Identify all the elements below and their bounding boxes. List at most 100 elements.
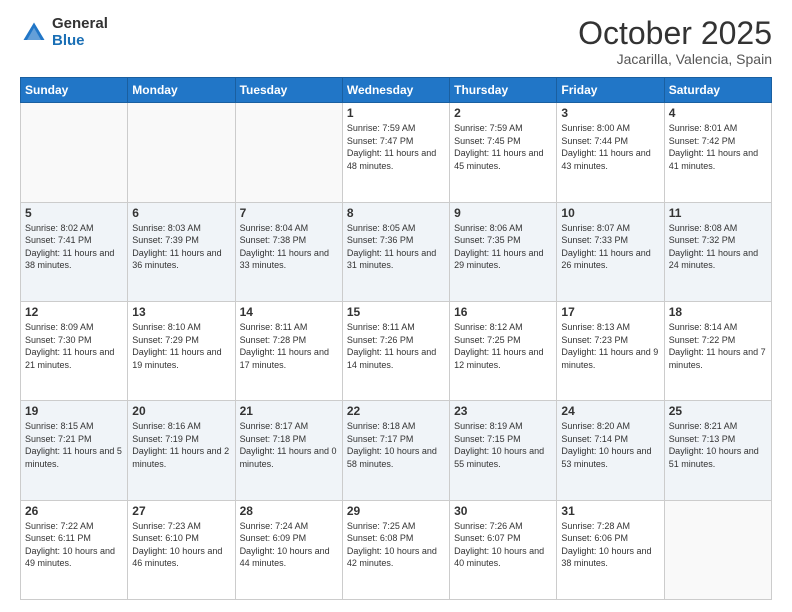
day-number: 31 bbox=[561, 504, 659, 518]
table-row: 3 Sunrise: 8:00 AM Sunset: 7:44 PM Daylig… bbox=[557, 103, 664, 202]
table-row: 15Sunrise: 8:11 AM Sunset: 7:26 PM Dayli… bbox=[342, 301, 449, 400]
day-info: Sunrise: 8:14 AM Sunset: 7:22 PM Dayligh… bbox=[669, 321, 767, 371]
calendar-week-row: 1 Sunrise: 7:59 AM Sunset: 7:47 PM Daylig… bbox=[21, 103, 772, 202]
col-friday: Friday bbox=[557, 78, 664, 103]
day-info: Sunrise: 8:06 AM Sunset: 7:35 PM Dayligh… bbox=[454, 222, 552, 272]
calendar-header-row: Sunday Monday Tuesday Wednesday Thursday… bbox=[21, 78, 772, 103]
table-row: 19Sunrise: 8:15 AM Sunset: 7:21 PM Dayli… bbox=[21, 401, 128, 500]
day-number: 27 bbox=[132, 504, 230, 518]
day-number: 7 bbox=[240, 206, 338, 220]
col-sunday: Sunday bbox=[21, 78, 128, 103]
day-number: 25 bbox=[669, 404, 767, 418]
table-row: 11 Sunrise: 8:08 AM Sunset: 7:32 PM Dayli… bbox=[664, 202, 771, 301]
title-block: October 2025 Jacarilla, Valencia, Spain bbox=[578, 16, 772, 67]
month-title: October 2025 bbox=[578, 16, 772, 51]
col-wednesday: Wednesday bbox=[342, 78, 449, 103]
calendar-week-row: 19Sunrise: 8:15 AM Sunset: 7:21 PM Dayli… bbox=[21, 401, 772, 500]
table-row: 22Sunrise: 8:18 AM Sunset: 7:17 PM Dayli… bbox=[342, 401, 449, 500]
table-row bbox=[235, 103, 342, 202]
calendar-week-row: 26 Sunrise: 7:22 AM Sunset: 6:11 PM Dayli… bbox=[21, 500, 772, 599]
day-info: Sunrise: 8:15 AM Sunset: 7:21 PM Dayligh… bbox=[25, 420, 123, 470]
day-info: Sunrise: 7:23 AM Sunset: 6:10 PM Dayligh… bbox=[132, 520, 230, 570]
day-number: 3 bbox=[561, 106, 659, 120]
col-tuesday: Tuesday bbox=[235, 78, 342, 103]
location: Jacarilla, Valencia, Spain bbox=[578, 51, 772, 67]
table-row: 5 Sunrise: 8:02 AM Sunset: 7:41 PM Daylig… bbox=[21, 202, 128, 301]
day-info: Sunrise: 7:28 AM Sunset: 6:06 PM Dayligh… bbox=[561, 520, 659, 570]
day-number: 22 bbox=[347, 404, 445, 418]
day-number: 6 bbox=[132, 206, 230, 220]
table-row: 9 Sunrise: 8:06 AM Sunset: 7:35 PM Daylig… bbox=[450, 202, 557, 301]
table-row: 25 Sunrise: 8:21 AM Sunset: 7:13 PM Dayli… bbox=[664, 401, 771, 500]
col-saturday: Saturday bbox=[664, 78, 771, 103]
col-monday: Monday bbox=[128, 78, 235, 103]
col-thursday: Thursday bbox=[450, 78, 557, 103]
day-info: Sunrise: 8:13 AM Sunset: 7:23 PM Dayligh… bbox=[561, 321, 659, 371]
table-row: 28 Sunrise: 7:24 AM Sunset: 6:09 PM Dayli… bbox=[235, 500, 342, 599]
calendar-table: Sunday Monday Tuesday Wednesday Thursday… bbox=[20, 77, 772, 600]
day-info: Sunrise: 8:21 AM Sunset: 7:13 PM Dayligh… bbox=[669, 420, 767, 470]
day-info: Sunrise: 8:03 AM Sunset: 7:39 PM Dayligh… bbox=[132, 222, 230, 272]
header: General Blue October 2025 Jacarilla, Val… bbox=[20, 16, 772, 67]
day-number: 9 bbox=[454, 206, 552, 220]
table-row bbox=[664, 500, 771, 599]
day-number: 14 bbox=[240, 305, 338, 319]
day-info: Sunrise: 7:22 AM Sunset: 6:11 PM Dayligh… bbox=[25, 520, 123, 570]
table-row: 27 Sunrise: 7:23 AM Sunset: 6:10 PM Dayli… bbox=[128, 500, 235, 599]
day-number: 21 bbox=[240, 404, 338, 418]
day-info: Sunrise: 8:08 AM Sunset: 7:32 PM Dayligh… bbox=[669, 222, 767, 272]
day-info: Sunrise: 7:59 AM Sunset: 7:47 PM Dayligh… bbox=[347, 122, 445, 172]
day-info: Sunrise: 7:25 AM Sunset: 6:08 PM Dayligh… bbox=[347, 520, 445, 570]
day-number: 13 bbox=[132, 305, 230, 319]
table-row: 26 Sunrise: 7:22 AM Sunset: 6:11 PM Dayli… bbox=[21, 500, 128, 599]
table-row: 7Sunrise: 8:04 AM Sunset: 7:38 PM Daylig… bbox=[235, 202, 342, 301]
table-row: 23 Sunrise: 8:19 AM Sunset: 7:15 PM Dayli… bbox=[450, 401, 557, 500]
table-row: 29Sunrise: 7:25 AM Sunset: 6:08 PM Dayli… bbox=[342, 500, 449, 599]
day-number: 17 bbox=[561, 305, 659, 319]
day-number: 8 bbox=[347, 206, 445, 220]
day-number: 2 bbox=[454, 106, 552, 120]
day-info: Sunrise: 7:26 AM Sunset: 6:07 PM Dayligh… bbox=[454, 520, 552, 570]
day-info: Sunrise: 8:05 AM Sunset: 7:36 PM Dayligh… bbox=[347, 222, 445, 272]
day-info: Sunrise: 8:02 AM Sunset: 7:41 PM Dayligh… bbox=[25, 222, 123, 272]
day-info: Sunrise: 8:01 AM Sunset: 7:42 PM Dayligh… bbox=[669, 122, 767, 172]
day-info: Sunrise: 8:10 AM Sunset: 7:29 PM Dayligh… bbox=[132, 321, 230, 371]
table-row: 30Sunrise: 7:26 AM Sunset: 6:07 PM Dayli… bbox=[450, 500, 557, 599]
table-row: 8 Sunrise: 8:05 AM Sunset: 7:36 PM Daylig… bbox=[342, 202, 449, 301]
day-info: Sunrise: 7:24 AM Sunset: 6:09 PM Dayligh… bbox=[240, 520, 338, 570]
day-info: Sunrise: 8:11 AM Sunset: 7:28 PM Dayligh… bbox=[240, 321, 338, 371]
day-number: 4 bbox=[669, 106, 767, 120]
table-row: 12Sunrise: 8:09 AM Sunset: 7:30 PM Dayli… bbox=[21, 301, 128, 400]
table-row: 4 Sunrise: 8:01 AM Sunset: 7:42 PM Daylig… bbox=[664, 103, 771, 202]
day-info: Sunrise: 8:11 AM Sunset: 7:26 PM Dayligh… bbox=[347, 321, 445, 371]
day-number: 18 bbox=[669, 305, 767, 319]
day-number: 5 bbox=[25, 206, 123, 220]
day-info: Sunrise: 8:19 AM Sunset: 7:15 PM Dayligh… bbox=[454, 420, 552, 470]
calendar-week-row: 5 Sunrise: 8:02 AM Sunset: 7:41 PM Daylig… bbox=[21, 202, 772, 301]
table-row: 24Sunrise: 8:20 AM Sunset: 7:14 PM Dayli… bbox=[557, 401, 664, 500]
day-info: Sunrise: 8:00 AM Sunset: 7:44 PM Dayligh… bbox=[561, 122, 659, 172]
table-row: 31 Sunrise: 7:28 AM Sunset: 6:06 PM Dayli… bbox=[557, 500, 664, 599]
day-info: Sunrise: 8:20 AM Sunset: 7:14 PM Dayligh… bbox=[561, 420, 659, 470]
logo: General Blue bbox=[20, 16, 108, 49]
page: General Blue October 2025 Jacarilla, Val… bbox=[0, 0, 792, 612]
day-number: 12 bbox=[25, 305, 123, 319]
day-number: 23 bbox=[454, 404, 552, 418]
day-number: 10 bbox=[561, 206, 659, 220]
day-number: 11 bbox=[669, 206, 767, 220]
table-row bbox=[21, 103, 128, 202]
table-row: 21 Sunrise: 8:17 AM Sunset: 7:18 PM Dayli… bbox=[235, 401, 342, 500]
logo-icon bbox=[20, 19, 48, 47]
day-number: 1 bbox=[347, 106, 445, 120]
logo-blue: Blue bbox=[52, 33, 108, 50]
table-row: 6 Sunrise: 8:03 AM Sunset: 7:39 PM Daylig… bbox=[128, 202, 235, 301]
table-row: 17 Sunrise: 8:13 AM Sunset: 7:23 PM Dayli… bbox=[557, 301, 664, 400]
table-row: 16Sunrise: 8:12 AM Sunset: 7:25 PM Dayli… bbox=[450, 301, 557, 400]
day-info: Sunrise: 8:07 AM Sunset: 7:33 PM Dayligh… bbox=[561, 222, 659, 272]
day-info: Sunrise: 8:17 AM Sunset: 7:18 PM Dayligh… bbox=[240, 420, 338, 470]
day-number: 28 bbox=[240, 504, 338, 518]
logo-text: General Blue bbox=[52, 16, 108, 49]
table-row: 14 Sunrise: 8:11 AM Sunset: 7:28 PM Dayli… bbox=[235, 301, 342, 400]
day-number: 26 bbox=[25, 504, 123, 518]
table-row: 10 Sunrise: 8:07 AM Sunset: 7:33 PM Dayli… bbox=[557, 202, 664, 301]
